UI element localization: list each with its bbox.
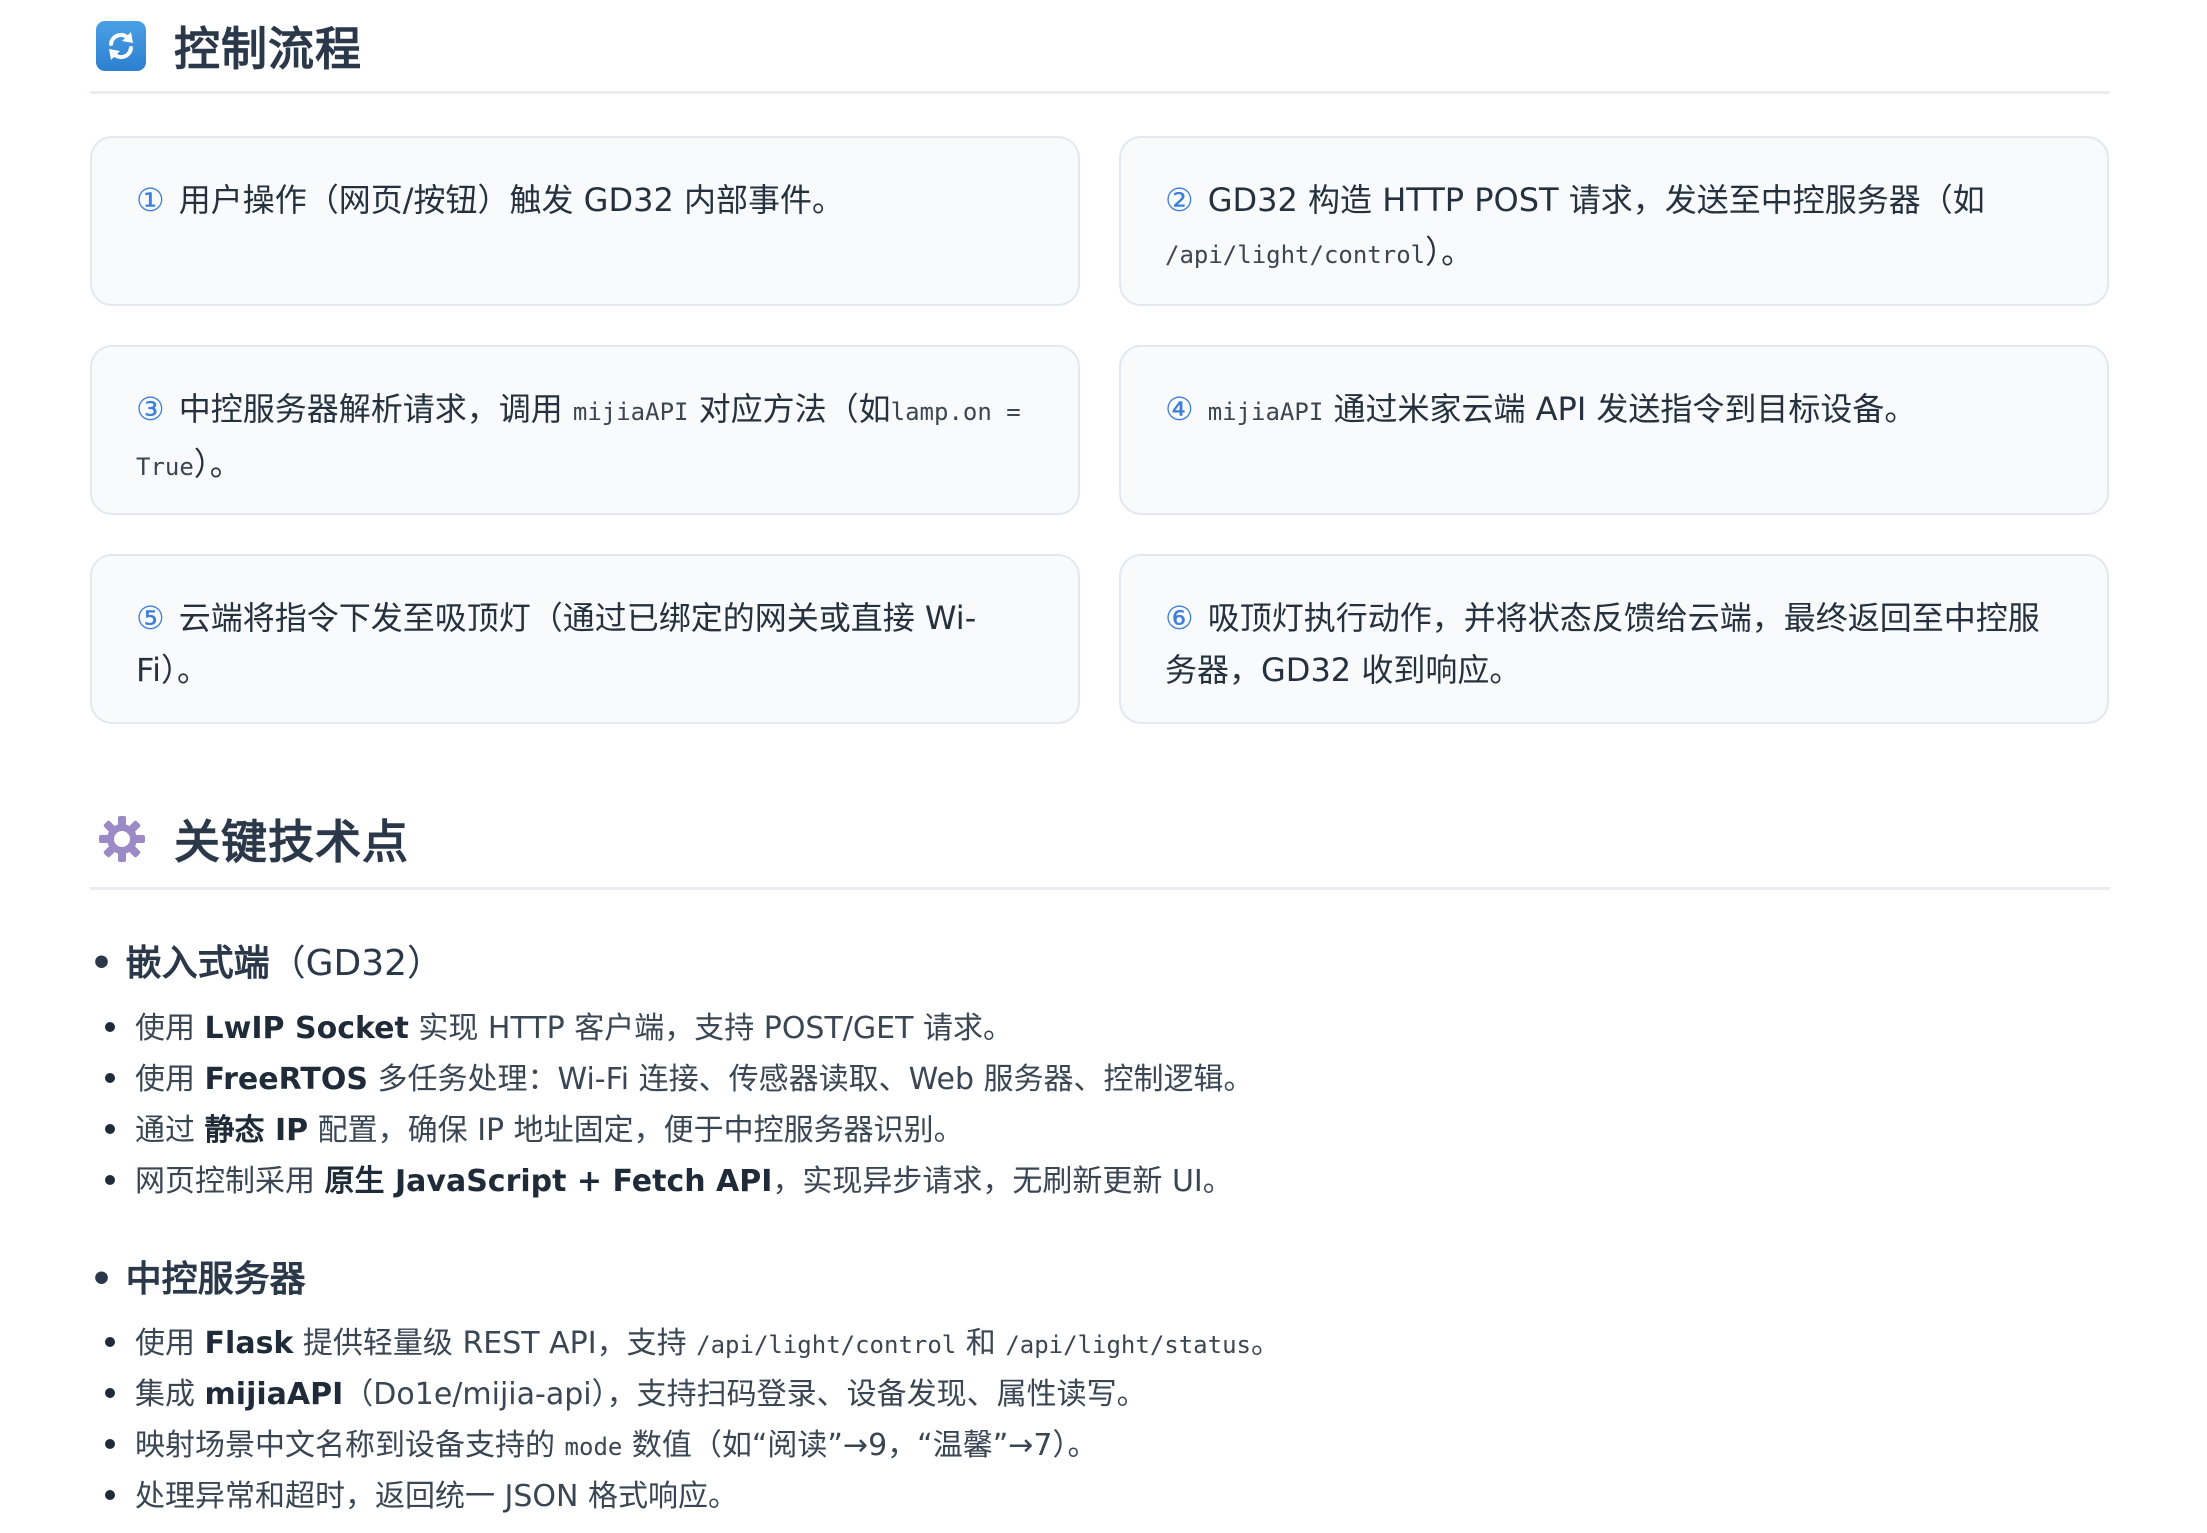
step-number: ① bbox=[136, 181, 165, 219]
bullet-dot bbox=[105, 1123, 115, 1134]
list-item: 映射场景中文名称到设备支持的 mode 数值（如“阅读”→9，“温馨”→7）。 bbox=[100, 1420, 1281, 1471]
step-code: lamp.on = bbox=[890, 398, 1021, 426]
step-card-1: ① 用户操作（网页/按钮）触发 GD32 内部事件。 bbox=[90, 136, 1080, 306]
bullet-dot bbox=[105, 1174, 115, 1185]
step-card-4: ④ mijiaAPI 通过米家云端 API 发送指令到目标设备。 bbox=[1119, 345, 2109, 515]
list-item: 使用 FreeRTOS 多任务处理：Wi-Fi 连接、传感器读取、Web 服务器… bbox=[100, 1054, 1254, 1105]
step-text: 中控服务器解析请求，调用 bbox=[178, 390, 563, 428]
step-code: /api/light/control bbox=[1165, 241, 1426, 269]
step-text: 用户操作（网页/按钮）触发 GD32 内部事件。 bbox=[178, 181, 844, 219]
step-number: ⑤ bbox=[136, 599, 165, 637]
subsection-title-paren: （GD32） bbox=[269, 943, 444, 984]
bullet-dot bbox=[105, 1489, 115, 1500]
step-number: ④ bbox=[1165, 390, 1194, 428]
step-card-5: ⑤ 云端将指令下发至吸顶灯（通过已绑定的网关或直接 Wi- Fi）。 bbox=[90, 554, 1080, 724]
list-item: 集成 mijiaAPI（Do1e/mijia-api），支持扫码登录、设备发现、… bbox=[100, 1369, 1281, 1420]
server-list: 使用 Flask 提供轻量级 REST API，支持 /api/light/co… bbox=[100, 1318, 1281, 1522]
section-header-tech: 关键技术点 bbox=[90, 790, 2110, 890]
list-item: 处理异常和超时，返回统一 JSON 格式响应。 bbox=[100, 1471, 1281, 1522]
step-text: 吸顶灯执行动作，并将状态反馈给云端，最终返回至中控服 bbox=[1207, 599, 2040, 637]
step-card-2: ② GD32 构造 HTTP POST 请求，发送至中控服务器（如/api/lig… bbox=[1119, 136, 2109, 306]
subsection-title-text: 嵌入式端 bbox=[125, 943, 270, 984]
list-item: 通过 静态 IP 配置，确保 IP 地址固定，便于中控服务器识别。 bbox=[100, 1105, 1254, 1156]
step-card-3: ③ 中控服务器解析请求，调用 mijiaAPI 对应方法（如lamp.on = Tr… bbox=[90, 345, 1080, 515]
gear-icon bbox=[96, 813, 148, 865]
list-item: 网页控制采用 原生 JavaScript + Fetch API，实现异步请求，… bbox=[100, 1156, 1254, 1207]
step-card-6: ⑥ 吸顶灯执行动作，并将状态反馈给云端，最终返回至中控服务器，GD32 收到响应。 bbox=[1119, 554, 2109, 724]
page: 控制流程 ① 用户操作（网页/按钮）触发 GD32 内部事件。 ② GD32 构造 … bbox=[0, 0, 2207, 1533]
bullet-dot bbox=[105, 1072, 115, 1083]
step-text-line2: Fi）。 bbox=[136, 651, 209, 689]
bullet-dot bbox=[105, 1021, 115, 1032]
subsection-marker: • bbox=[90, 943, 114, 984]
bullet-dot bbox=[105, 1387, 115, 1398]
step-text-end: ）。 bbox=[193, 445, 242, 483]
subsection-title-embedded: • 嵌入式端（GD32） bbox=[90, 934, 443, 986]
section-header-flow: 控制流程 bbox=[90, 0, 2110, 94]
list-item: 使用 Flask 提供轻量级 REST API，支持 /api/light/co… bbox=[100, 1318, 1281, 1369]
section-title-tech: 关键技术点 bbox=[174, 814, 409, 869]
subsection-title-server: • 中控服务器 bbox=[90, 1250, 306, 1302]
subsection-marker: • bbox=[90, 1259, 114, 1300]
bullet-dot bbox=[105, 1438, 115, 1449]
step-text-line2: 务器，GD32 收到响应。 bbox=[1165, 651, 1522, 689]
step-number: ⑥ bbox=[1165, 599, 1194, 637]
step-number: ② bbox=[1165, 181, 1194, 219]
bullet-dot bbox=[105, 1336, 115, 1347]
step-text-end: ）。 bbox=[1425, 233, 1474, 271]
step-text: 云端将指令下发至吸顶灯（通过已绑定的网关或直接 Wi- bbox=[178, 599, 977, 637]
subsection-title-text: 中控服务器 bbox=[125, 1259, 306, 1300]
step-code: mijiaAPI bbox=[1207, 398, 1324, 426]
step-number: ③ bbox=[136, 390, 165, 428]
step-text: 通过米家云端 API 发送指令到目标设备。 bbox=[1333, 390, 1917, 428]
section-title-flow: 控制流程 bbox=[174, 21, 362, 76]
embedded-list: 使用 LwIP Socket 实现 HTTP 客户端，支持 POST/GET 请… bbox=[100, 1003, 1254, 1207]
step-code: True bbox=[136, 453, 194, 481]
step-code: mijiaAPI bbox=[572, 398, 689, 426]
step-text-mid: 对应方法（如 bbox=[698, 390, 891, 428]
step-text: GD32 构造 HTTP POST 请求，发送至中控服务器（如 bbox=[1207, 181, 1985, 219]
refresh-arrows-icon bbox=[96, 20, 146, 71]
list-item: 使用 LwIP Socket 实现 HTTP 客户端，支持 POST/GET 请… bbox=[100, 1003, 1254, 1054]
